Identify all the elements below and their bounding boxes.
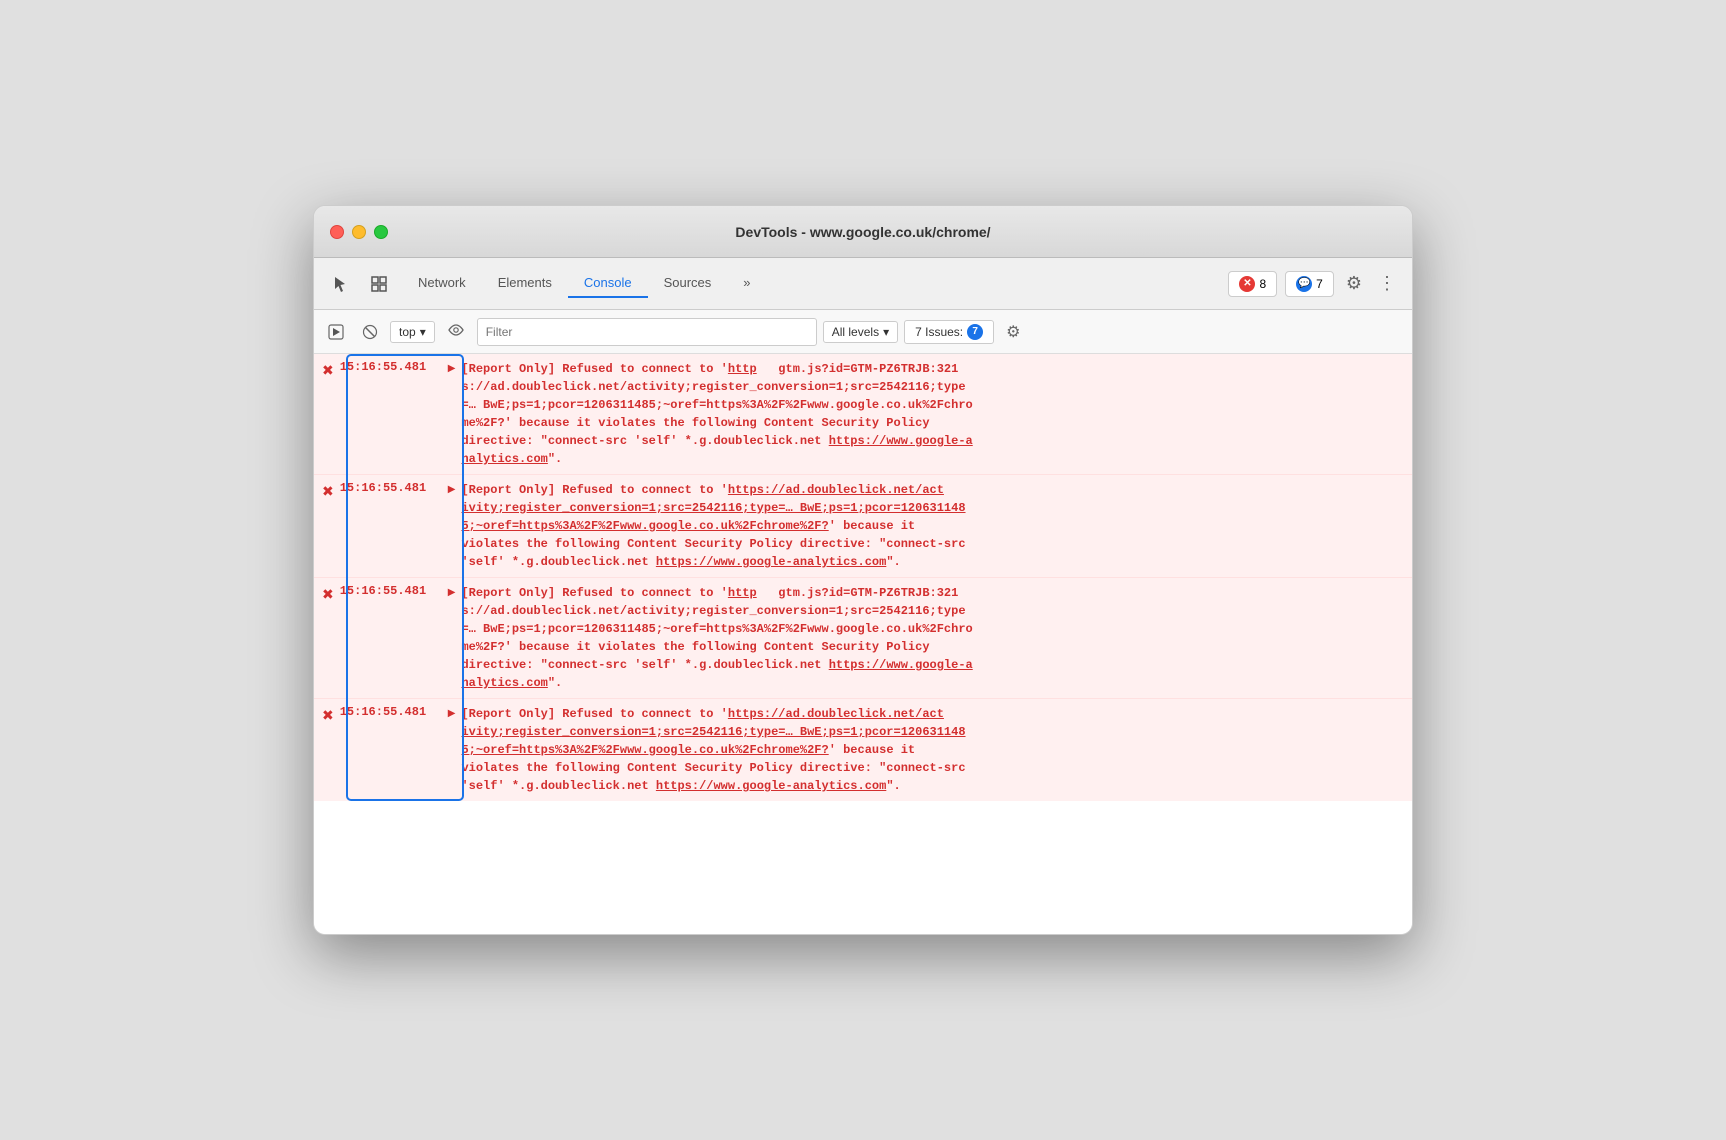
filter-input[interactable] (477, 318, 817, 346)
error-badge-button[interactable]: ✕ 8 (1228, 271, 1277, 297)
maximize-button[interactable]: ● (374, 225, 388, 239)
settings-button[interactable]: ⚙ (1342, 269, 1366, 298)
title-bar: ● ● ● DevTools - www.google.co.uk/chrome… (314, 206, 1412, 258)
cursor-button[interactable] (326, 271, 356, 297)
console-toolbar: top ▾ All levels ▾ 7 Issues: 7 ⚙ (314, 310, 1412, 354)
execute-button[interactable] (322, 320, 350, 344)
expand-icon[interactable]: ▶ (448, 363, 456, 374)
error-icon: ✕ (1239, 276, 1255, 292)
timestamp: 15:16:55.481 (340, 705, 440, 719)
log-entry: ✖ 15:16:55.481 ▶ [Report Only] Refused t… (314, 578, 1412, 699)
levels-dropdown-icon: ▾ (883, 325, 889, 339)
main-toolbar: Network Elements Console Sources » ✕ 8 💬… (314, 258, 1412, 310)
timestamp: 15:16:55.481 (340, 360, 440, 374)
timestamp: 15:16:55.481 (340, 481, 440, 495)
expand-icon[interactable]: ▶ (448, 587, 456, 598)
issues-count-badge: 7 (967, 324, 983, 340)
more-options-button[interactable]: ⋮ (1374, 269, 1400, 298)
console-settings-button[interactable]: ⚙ (1000, 318, 1026, 346)
live-expressions-button[interactable] (441, 319, 471, 345)
clear-console-button[interactable] (356, 320, 384, 344)
tab-console[interactable]: Console (568, 269, 648, 298)
inspect-button[interactable] (364, 271, 394, 297)
log-entry: ✖ 15:16:55.481 ▶ [Report Only] Refused t… (314, 699, 1412, 801)
traffic-lights: ● ● ● (330, 225, 388, 239)
expand-icon[interactable]: ▶ (448, 484, 456, 495)
issues-count: 7 (972, 326, 978, 337)
levels-label: All levels (832, 325, 879, 339)
dropdown-arrow-icon: ▾ (420, 325, 426, 339)
console-content: ✖ 15:16:55.481 ▶ [Report Only] Refused t… (314, 354, 1412, 934)
error-circle-icon: ✖ (322, 707, 334, 724)
info-count: 7 (1316, 277, 1323, 291)
minimize-button[interactable]: ● (352, 225, 366, 239)
error-count: 8 (1259, 277, 1266, 291)
tab-network[interactable]: Network (402, 269, 482, 298)
issues-label: 7 Issues: (915, 325, 963, 339)
issues-button[interactable]: 7 Issues: 7 (904, 320, 994, 344)
info-icon: 💬 (1296, 276, 1312, 292)
error-circle-icon: ✖ (322, 483, 334, 500)
tab-elements[interactable]: Elements (482, 269, 568, 298)
error-circle-icon: ✖ (322, 586, 334, 603)
log-entries-wrapper: ✖ 15:16:55.481 ▶ [Report Only] Refused t… (314, 354, 1412, 801)
info-badge-button[interactable]: 💬 7 (1285, 271, 1334, 297)
timestamp: 15:16:55.481 (340, 584, 440, 598)
devtools-window: ● ● ● DevTools - www.google.co.uk/chrome… (313, 205, 1413, 935)
toolbar-right: ✕ 8 💬 7 ⚙ ⋮ (1228, 269, 1400, 298)
error-circle-icon: ✖ (322, 362, 334, 379)
log-message: [Report Only] Refused to connect to 'htt… (461, 481, 965, 571)
tab-sources[interactable]: Sources (648, 269, 728, 298)
log-entry: ✖ 15:16:55.481 ▶ [Report Only] Refused t… (314, 354, 1412, 475)
log-levels-selector[interactable]: All levels ▾ (823, 321, 898, 343)
log-entry: ✖ 15:16:55.481 ▶ [Report Only] Refused t… (314, 475, 1412, 578)
expand-icon[interactable]: ▶ (448, 708, 456, 719)
window-title: DevTools - www.google.co.uk/chrome/ (735, 224, 990, 240)
context-selector[interactable]: top ▾ (390, 321, 435, 343)
tab-more[interactable]: » (727, 269, 766, 298)
close-button[interactable]: ● (330, 225, 344, 239)
log-message: [Report Only] Refused to connect to 'htt… (461, 584, 972, 692)
log-message: [Report Only] Refused to connect to 'htt… (461, 705, 965, 795)
log-message: [Report Only] Refused to connect to 'htt… (461, 360, 972, 468)
context-label: top (399, 325, 416, 339)
nav-tabs: Network Elements Console Sources » (402, 269, 1220, 298)
